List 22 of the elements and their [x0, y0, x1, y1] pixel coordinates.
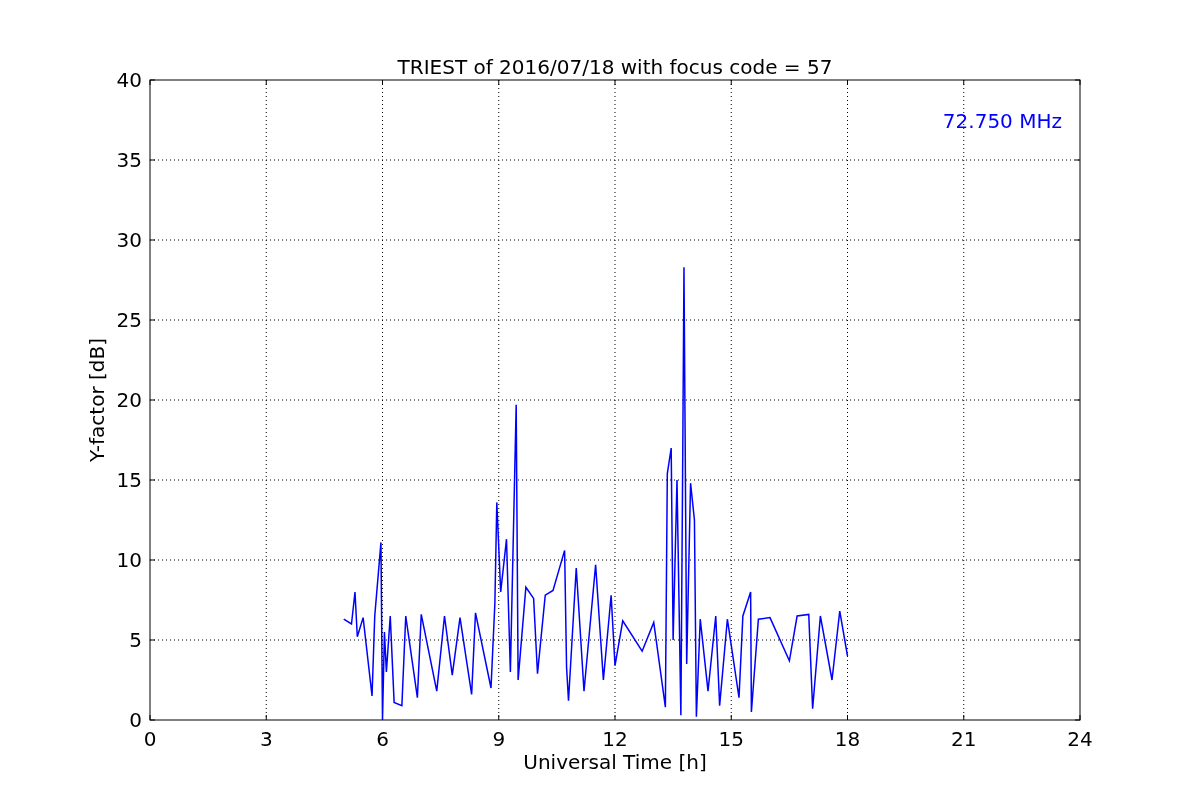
tick-label: 0	[129, 708, 142, 732]
tick-label: 0	[143, 727, 157, 751]
tick-label: 30	[116, 228, 142, 252]
tick-label: 9	[492, 727, 506, 751]
tick-label: 12	[602, 727, 628, 751]
tick-label: 6	[376, 727, 389, 751]
tick-label: 18	[834, 727, 861, 751]
x-axis-label: Universal Time [h]	[523, 750, 707, 774]
tick-label: 35	[116, 148, 142, 172]
tick-label: 40	[116, 68, 142, 92]
tick-label: 21	[951, 727, 977, 751]
tick-label: 15	[116, 468, 142, 492]
tick-label: 5	[129, 628, 142, 652]
chart-title: TRIEST of 2016/07/18 with focus code = 57	[397, 55, 833, 79]
tick-label: 20	[116, 388, 142, 412]
tick-label: 24	[1067, 727, 1093, 751]
tick-label: 10	[116, 548, 142, 572]
tick-label: 15	[718, 727, 744, 751]
tick-label: 3	[259, 727, 273, 751]
y-axis-label: Y-factor [dB]	[85, 338, 109, 462]
frequency-label: 72.750 MHz	[942, 109, 1062, 133]
tick-label: 25	[116, 308, 142, 332]
